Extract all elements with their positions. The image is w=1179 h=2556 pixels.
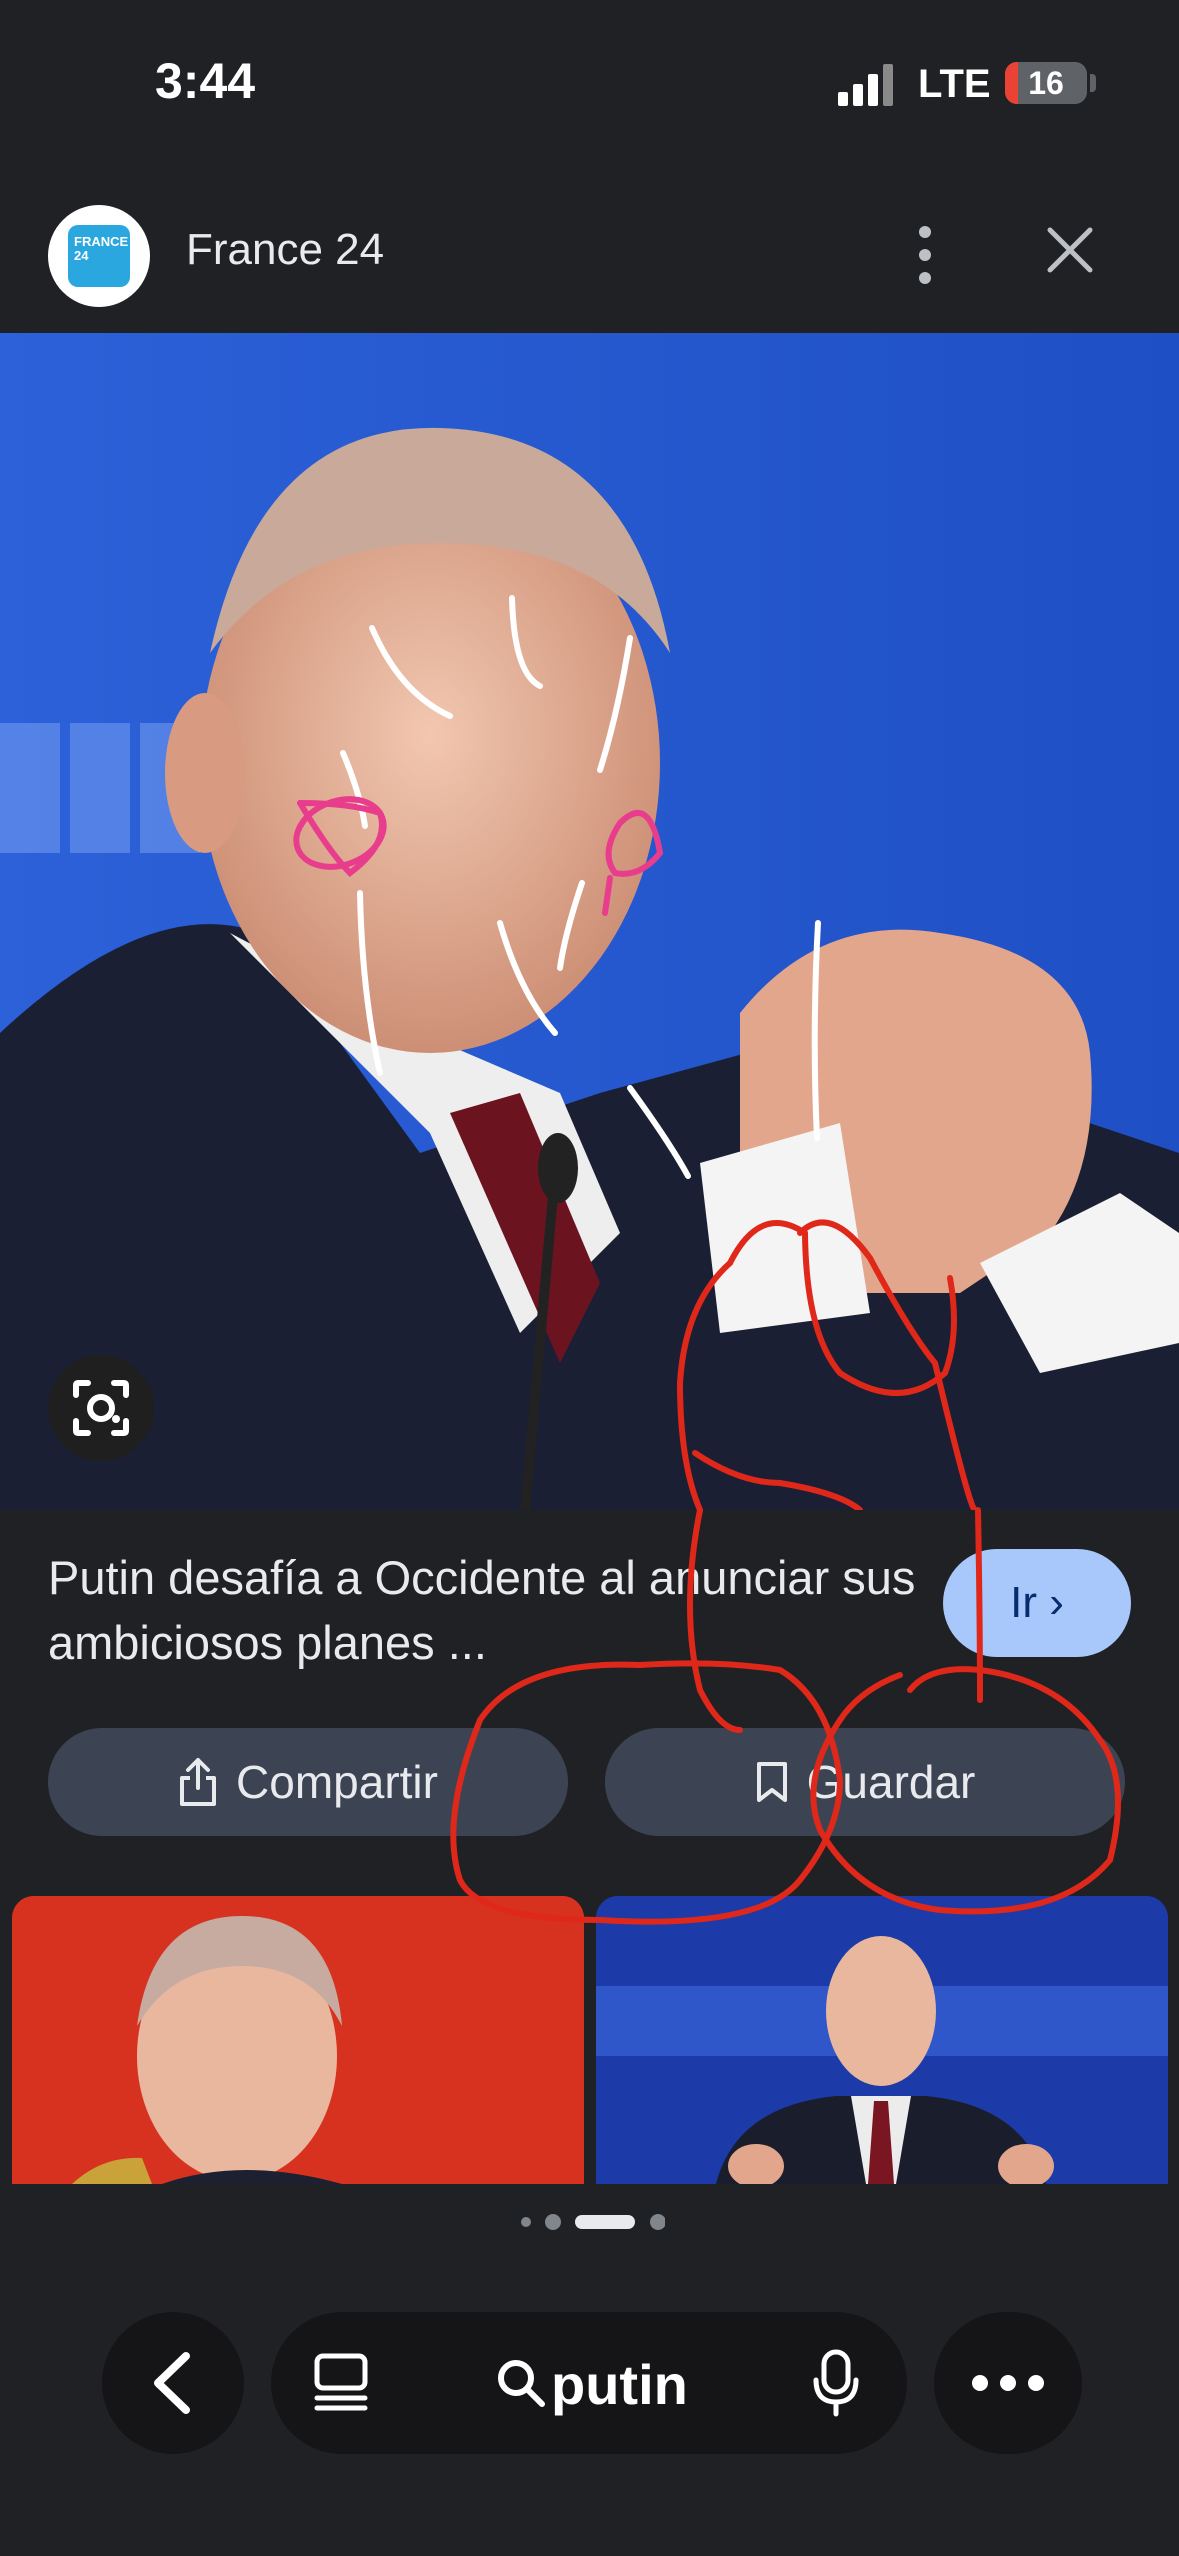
related-photo-2 [596,1896,1168,2184]
related-image-1[interactable] [12,1896,584,2184]
save-button-label: Guardar [806,1756,976,1808]
search-query[interactable]: putin [551,2352,688,2417]
pagination-dots [521,2214,665,2230]
close-icon[interactable] [1040,220,1100,280]
putin-photo [0,333,1179,1510]
share-button-label: Compartir [236,1756,438,1808]
cellular-signal-icon [838,64,893,106]
microphone-icon[interactable] [811,2348,861,2418]
save-button[interactable]: Guardar [605,1728,1125,1836]
more-options-icon[interactable] [900,210,950,300]
status-bar: 3:44 LTE 16 [0,0,1179,175]
main-image[interactable] [0,333,1179,1510]
go-button-label: Ir [1010,1578,1037,1627]
source-header: FRANCE 24 France 24 [0,175,1179,333]
search-icon [498,2360,545,2407]
result-title[interactable]: Putin desafía a Occidente al anunciar su… [48,1545,928,1675]
battery-level: 16 [1028,65,1064,101]
go-button[interactable]: Ir › [943,1549,1131,1657]
chevron-right-icon: › [1049,1578,1064,1627]
status-time: 3:44 [155,53,256,109]
pagination-dot [521,2217,531,2227]
pagination-dot-active [575,2215,635,2229]
lens-button[interactable] [48,1355,154,1461]
battery-icon: 16 [1005,62,1087,104]
lens-camera-icon [73,1380,129,1436]
tabs-icon[interactable] [311,2352,371,2414]
france24-logo: FRANCE 24 [68,225,130,287]
source-name[interactable]: France 24 [186,225,384,275]
bookmark-icon [756,1762,787,1802]
pagination-dot [545,2214,561,2230]
related-photo-1 [12,1896,584,2184]
search-bar[interactable]: putin [271,2312,907,2454]
battery-nub [1090,74,1096,92]
source-logo[interactable]: FRANCE 24 [48,205,150,307]
back-button[interactable] [102,2312,244,2454]
share-icon [180,1758,217,1806]
share-button[interactable]: Compartir [48,1728,568,1836]
ellipsis-icon [972,2375,1044,2391]
pagination-dot [650,2214,665,2230]
related-image-2[interactable] [596,1896,1168,2184]
more-menu-button[interactable] [934,2312,1082,2454]
network-label: LTE [918,62,991,106]
chevron-left-icon [154,2352,190,2414]
